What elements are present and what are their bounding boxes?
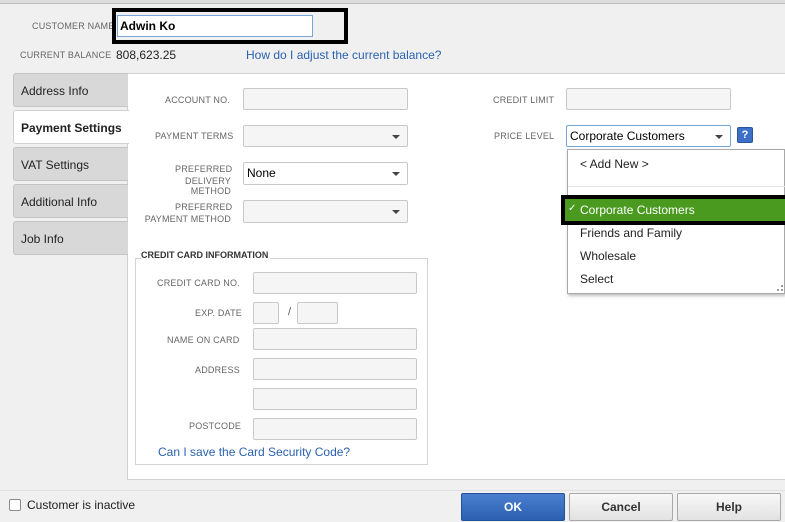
account-no-input[interactable] <box>243 88 408 110</box>
payment-terms-label: PAYMENT TERMS <box>155 131 234 141</box>
name-on-card-input[interactable] <box>253 328 417 350</box>
exp-date-label: EXP. DATE <box>195 308 242 318</box>
dropdown-item-corporate-customers[interactable]: ✓ Corporate Customers <box>565 199 785 221</box>
current-balance-label: CURRENT BALANCE <box>20 50 112 60</box>
customer-name-label: CUSTOMER NAME <box>32 21 115 31</box>
top-edge <box>0 0 785 4</box>
payment-method-label-2: PAYMENT METHOD <box>144 214 231 224</box>
help-button[interactable]: Help <box>677 493 781 521</box>
address-label: ADDRESS <box>195 365 240 375</box>
resize-grip-icon[interactable] <box>777 285 783 291</box>
credit-card-section-title: CREDIT CARD INFORMATION <box>141 250 271 260</box>
price-level-label: PRICE LEVEL <box>494 131 555 141</box>
chevron-down-icon <box>392 210 400 214</box>
delivery-method-label-2: DELIVERY METHOD <box>185 176 231 196</box>
tab-additional-info[interactable]: Additional Info <box>13 184 128 218</box>
help-icon[interactable]: ? <box>737 127 753 143</box>
credit-limit-label: CREDIT LIMIT <box>493 95 555 105</box>
cancel-button[interactable]: Cancel <box>569 493 673 521</box>
dropdown-item-friends-and-family[interactable]: Friends and Family <box>580 226 682 240</box>
card-no-label: CREDIT CARD NO. <box>157 278 240 288</box>
postcode-input[interactable] <box>253 418 417 440</box>
current-balance-value: 808,623.25 <box>116 48 177 62</box>
name-on-card-label: NAME ON CARD <box>167 335 240 345</box>
check-icon: ✓ <box>568 203 577 214</box>
card-no-input[interactable] <box>253 272 417 294</box>
price-level-select[interactable]: Corporate Customers <box>566 125 731 147</box>
adjust-balance-link[interactable]: How do I adjust the current balance? <box>246 48 441 62</box>
tab-vat-settings[interactable]: VAT Settings <box>13 147 128 181</box>
credit-limit-input[interactable] <box>566 88 731 110</box>
payment-terms-select[interactable] <box>243 125 408 147</box>
customer-name-input[interactable]: Adwin Ko <box>117 15 313 37</box>
account-no-label: ACCOUNT NO. <box>165 95 231 105</box>
dropdown-divider <box>568 186 785 187</box>
chevron-down-icon <box>392 172 400 176</box>
inactive-checkbox[interactable] <box>9 499 21 511</box>
chevron-down-icon <box>392 135 400 139</box>
price-level-value: Corporate Customers <box>570 129 685 143</box>
postcode-label: POSTCODE <box>189 421 242 431</box>
exp-year-input[interactable] <box>297 302 338 324</box>
tab-job-info[interactable]: Job Info <box>13 221 128 255</box>
address-line2-input[interactable] <box>253 388 417 410</box>
tab-address-info[interactable]: Address Info <box>13 73 128 107</box>
address-line1-input[interactable] <box>253 358 417 380</box>
footer-divider <box>0 490 785 491</box>
inactive-label: Customer is inactive <box>27 498 136 512</box>
security-code-link[interactable]: Can I save the Card Security Code? <box>158 445 350 459</box>
delivery-method-label-1: PREFERRED <box>175 164 233 174</box>
payment-method-select[interactable] <box>243 200 408 223</box>
delivery-method-select[interactable]: None <box>243 162 408 185</box>
dropdown-item-label: Corporate Customers <box>580 203 695 217</box>
ok-button[interactable]: OK <box>461 493 565 521</box>
tab-payment-settings[interactable]: Payment Settings <box>13 110 129 144</box>
chevron-down-icon <box>715 135 723 139</box>
exp-month-input[interactable] <box>253 302 279 324</box>
dropdown-item-select[interactable]: Select <box>580 272 613 286</box>
dropdown-item-wholesale[interactable]: Wholesale <box>580 249 636 263</box>
dropdown-add-new[interactable]: < Add New > <box>580 157 649 171</box>
payment-method-label-1: PREFERRED <box>175 202 233 212</box>
delivery-method-value: None <box>247 166 276 180</box>
exp-date-separator: / <box>288 306 292 318</box>
